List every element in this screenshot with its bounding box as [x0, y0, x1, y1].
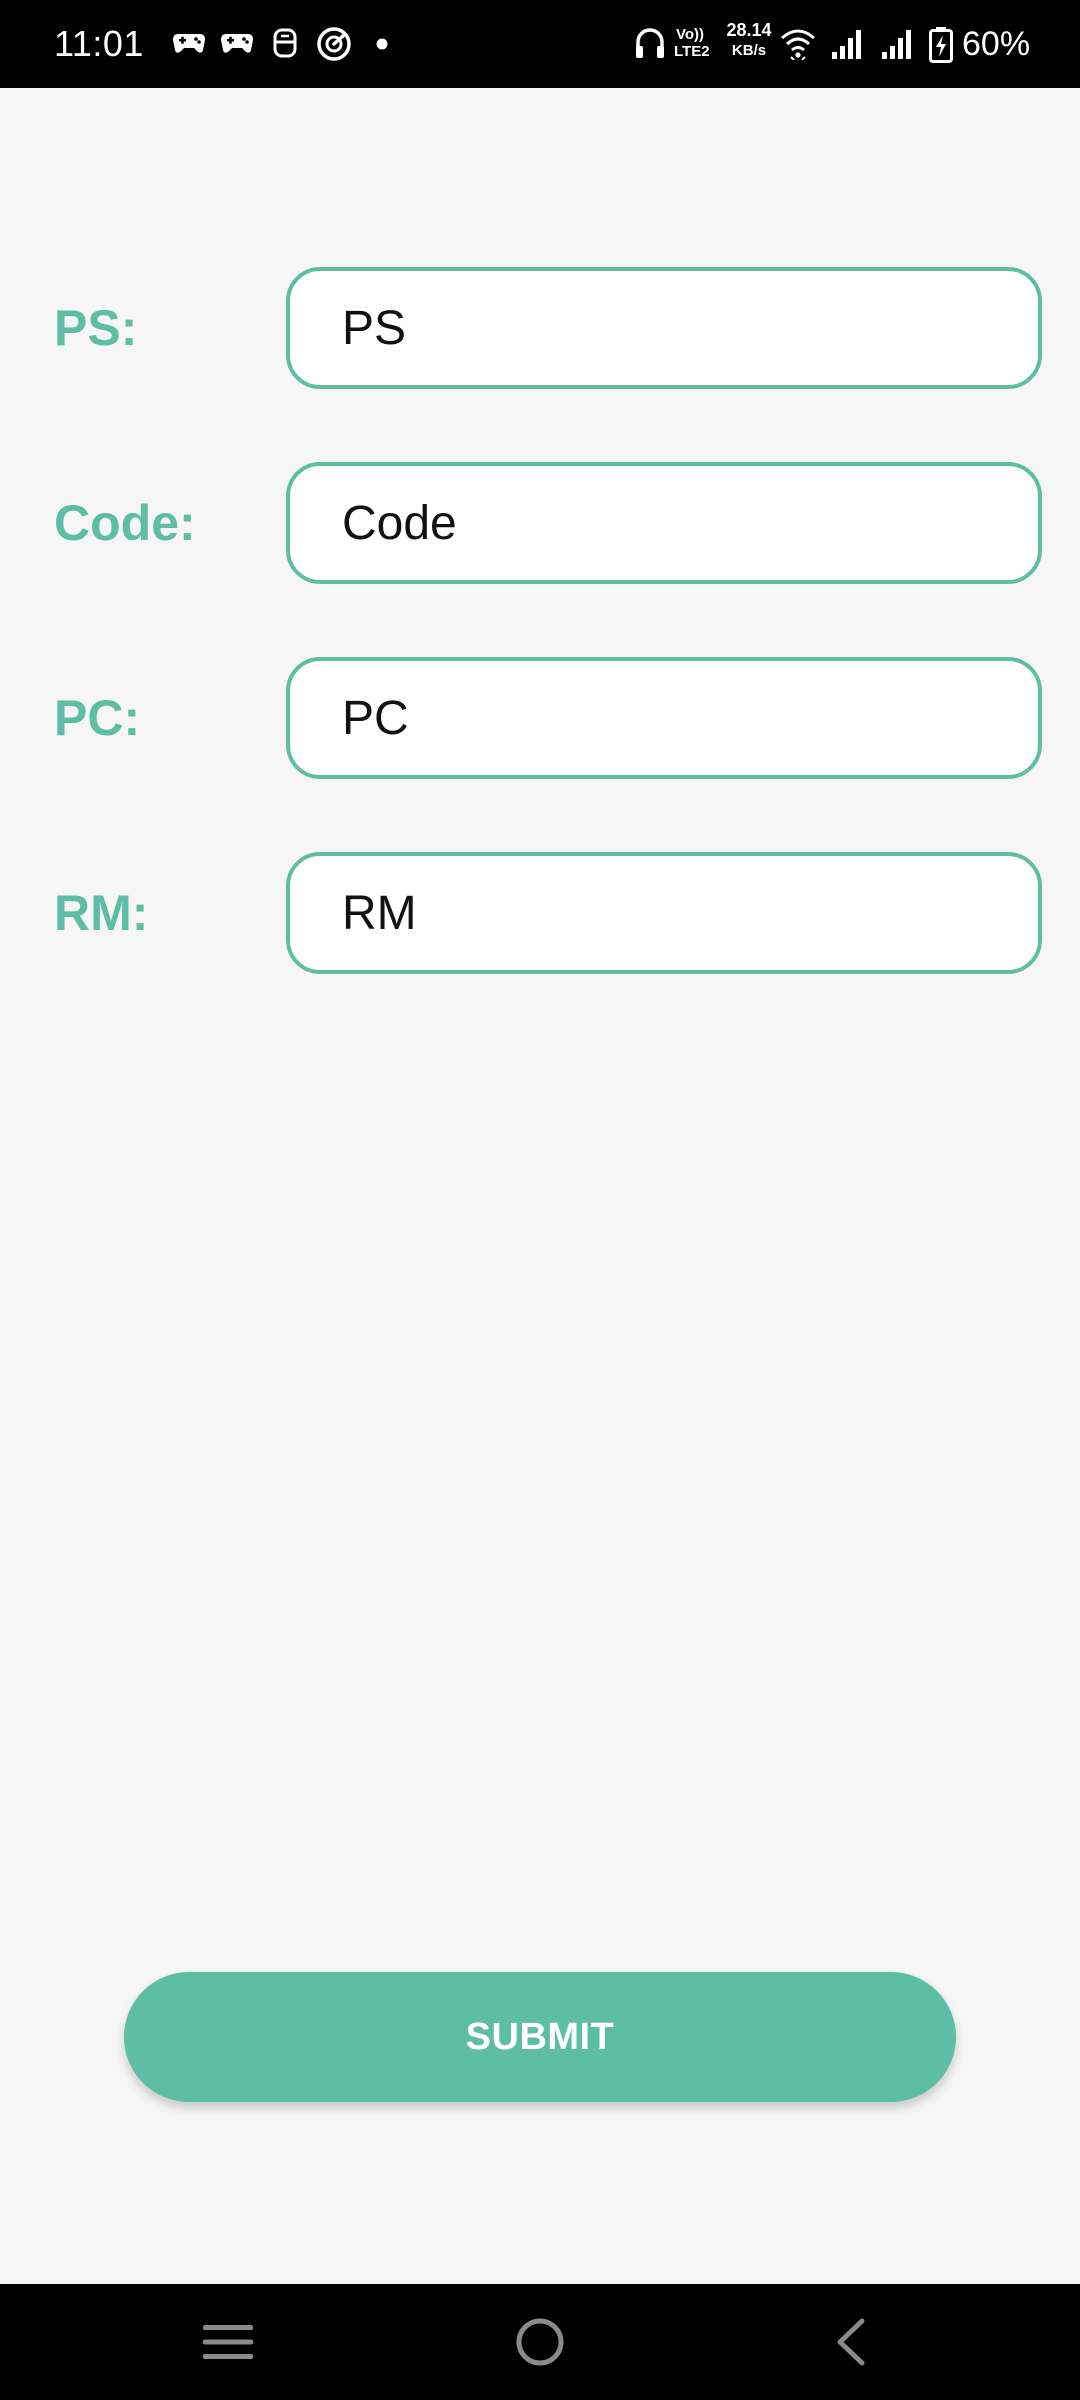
- pc-input[interactable]: [286, 657, 1042, 779]
- form-row-code: Code:: [0, 462, 1080, 584]
- recent-apps-button[interactable]: [168, 2284, 288, 2400]
- speedometer-icon: [317, 27, 351, 61]
- wifi-icon: [781, 29, 815, 60]
- game-controller-icon: [173, 34, 205, 53]
- lte-label: LTE2: [674, 43, 710, 60]
- dot-icon: [376, 38, 388, 50]
- status-bar: 11:01 Vo)) LTE2 28.14 KB/s 60%: [0, 0, 1080, 88]
- headphones-icon: [636, 28, 664, 58]
- network-speed-unit: KB/s: [731, 42, 767, 59]
- ps-label: PS:: [54, 300, 138, 356]
- pc-label: PC:: [54, 690, 141, 746]
- ps-input[interactable]: [286, 267, 1042, 389]
- code-label: Code:: [54, 495, 196, 551]
- form-row-pc: PC:: [0, 657, 1080, 779]
- rm-input[interactable]: [286, 852, 1042, 974]
- signal-icon: [832, 30, 861, 59]
- battery-percent: 60%: [962, 25, 1031, 63]
- game-controller-icon: [221, 34, 253, 53]
- code-input[interactable]: [286, 462, 1042, 584]
- back-icon: [837, 2318, 865, 2366]
- form-row-rm: RM:: [0, 852, 1080, 974]
- home-icon: [516, 2318, 564, 2366]
- submit-button[interactable]: SUBMIT: [124, 1972, 956, 2102]
- status-time: 11:01: [54, 23, 144, 64]
- rm-label: RM:: [54, 885, 149, 941]
- back-button[interactable]: [790, 2284, 910, 2400]
- volte-label: Vo)): [676, 26, 705, 43]
- home-button[interactable]: [480, 2284, 600, 2400]
- navigation-bar: [0, 2284, 1080, 2400]
- battery-charging-icon: [929, 27, 953, 63]
- robot-icon: [273, 28, 297, 58]
- menu-icon: [203, 2325, 253, 2359]
- network-speed-value: 28.14: [726, 20, 772, 40]
- form-row-ps: PS:: [0, 267, 1080, 389]
- signal-icon: [882, 30, 911, 59]
